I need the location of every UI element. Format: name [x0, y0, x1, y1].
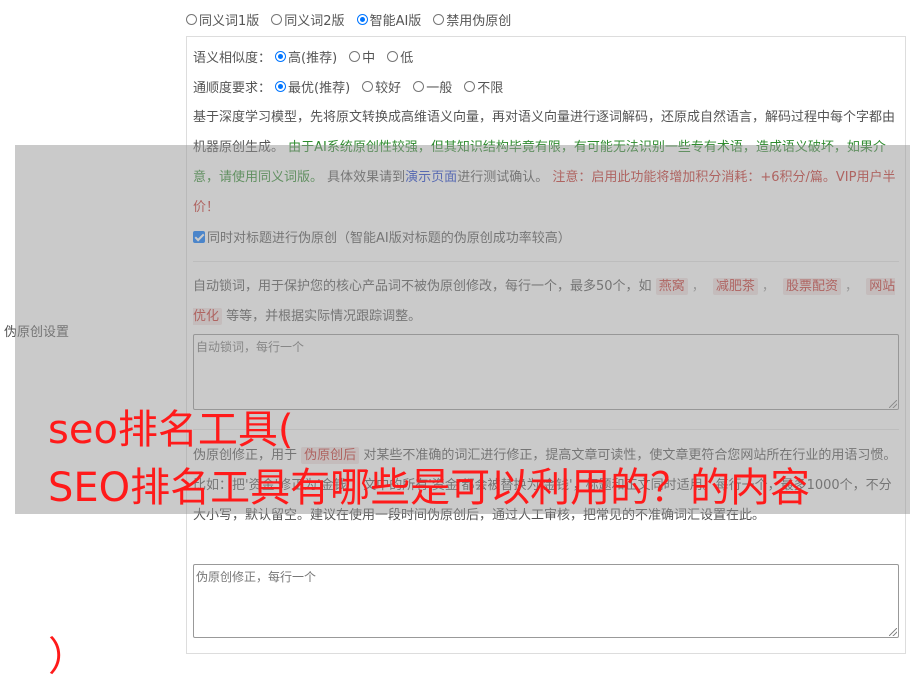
mode-radio-group: 同义词1版 同义词2版 智能AI版 禁用伪原创 — [186, 10, 523, 29]
radio-circle[interactable] — [387, 51, 399, 62]
resize-handle[interactable] — [889, 628, 897, 636]
radio-label: 同义词2版 — [284, 14, 345, 29]
radio-label: 中 — [362, 51, 376, 66]
fluency-radio[interactable]: 不限 — [464, 77, 503, 96]
radio-circle[interactable] — [362, 81, 374, 92]
radio-circle[interactable] — [433, 14, 445, 25]
radio-label: 高(推荐) — [288, 51, 338, 66]
radio-circle[interactable] — [271, 14, 283, 25]
radio-circle[interactable] — [356, 14, 368, 25]
radio-circle[interactable] — [413, 81, 425, 92]
radio-label: 同义词1版 — [199, 14, 260, 29]
mode-radio[interactable]: 禁用伪原创 — [433, 10, 511, 29]
radio-circle[interactable] — [275, 81, 287, 92]
mode-radio[interactable]: 同义词1版 — [186, 10, 259, 29]
mode-radio[interactable]: 同义词2版 — [271, 10, 345, 29]
watermark-line-3: ） — [48, 634, 88, 680]
similarity-radio[interactable]: 高(推荐) — [275, 47, 337, 66]
mode-radio[interactable]: 智能AI版 — [356, 10, 422, 29]
fluency-radio[interactable]: 最优(推荐) — [275, 77, 350, 96]
correction-placeholder: 伪原创修正，每行一个 — [196, 570, 317, 584]
radio-label: 智能AI版 — [369, 14, 422, 29]
radio-circle[interactable] — [464, 81, 476, 92]
radio-label: 最优(推荐) — [288, 81, 351, 96]
radio-circle[interactable] — [349, 51, 361, 62]
similarity-row: 语义相似度： 高(推荐) 中 低 — [193, 47, 425, 66]
radio-circle[interactable] — [275, 51, 287, 62]
similarity-radio[interactable]: 低 — [387, 47, 413, 66]
radio-circle[interactable] — [186, 14, 197, 25]
correction-textarea[interactable]: 伪原创修正，每行一个 — [193, 564, 899, 638]
fluency-radio[interactable]: 较好 — [362, 77, 401, 96]
watermark-line-2: SEO排名工具有哪些是可以利用的？的内容 — [48, 465, 811, 511]
similarity-label: 语义相似度： — [193, 51, 272, 66]
fluency-radio[interactable]: 一般 — [413, 77, 452, 96]
watermark-line-1: seo排名工具( — [48, 407, 294, 453]
radio-label: 不限 — [477, 81, 504, 96]
gray-overlay — [15, 145, 910, 514]
radio-label: 较好 — [375, 81, 402, 96]
radio-label: 禁用伪原创 — [446, 14, 512, 29]
radio-label: 一般 — [426, 81, 453, 96]
similarity-radio[interactable]: 中 — [349, 47, 375, 66]
radio-label: 低 — [400, 51, 414, 66]
fluency-row: 通顺度要求： 最优(推荐) 较好 一般 不限 — [193, 77, 515, 96]
fluency-label: 通顺度要求： — [193, 81, 272, 96]
